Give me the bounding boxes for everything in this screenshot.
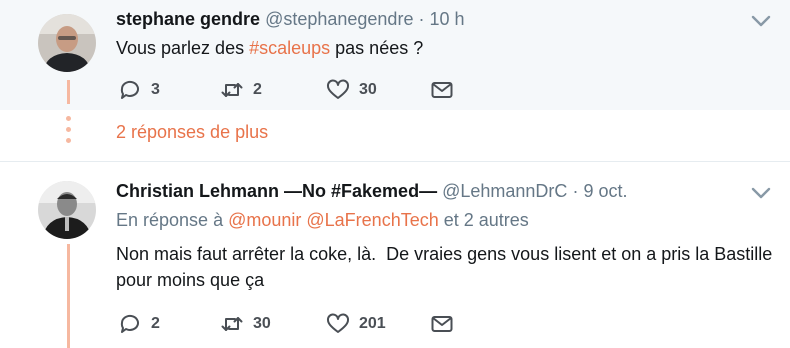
message-button[interactable] <box>430 312 454 336</box>
dot-separator: · <box>418 9 425 29</box>
tweet-text: Vous parlez des #scaleups pas nées ? <box>116 35 776 61</box>
reply-others[interactable]: et 2 autres <box>439 210 529 230</box>
retweet-count: 30 <box>253 315 271 332</box>
retweet-button[interactable]: 2 <box>220 78 262 102</box>
mention-link[interactable]: @LaFrenchTech <box>306 210 438 230</box>
author-handle[interactable]: @LehmannDrC <box>442 181 567 201</box>
retweet-button[interactable]: 30 <box>220 312 271 336</box>
reply-prefix: En réponse à <box>116 210 229 230</box>
retweet-icon <box>221 317 243 331</box>
retweet-count: 2 <box>253 81 262 98</box>
avatar-stephane-gendre[interactable] <box>38 14 96 72</box>
divider <box>0 161 790 162</box>
mention-link[interactable]: @mounir <box>228 210 301 230</box>
author-name[interactable]: Christian Lehmann —No #Fakemed— <box>116 181 437 201</box>
chevron-down-icon[interactable] <box>751 14 771 28</box>
timestamp[interactable]: 10 h <box>429 9 464 29</box>
timestamp[interactable]: 9 oct. <box>583 181 627 201</box>
reply-count: 3 <box>151 81 160 98</box>
thread-ellipsis <box>66 116 71 149</box>
reply-icon <box>120 80 139 99</box>
reply-count: 2 <box>151 315 160 332</box>
author-name[interactable]: stephane gendre <box>116 9 260 29</box>
hashtag-link[interactable]: #scaleups <box>249 38 330 58</box>
message-button[interactable] <box>430 78 454 102</box>
reply-button[interactable]: 2 <box>118 312 160 336</box>
reply-button[interactable]: 3 <box>118 78 160 102</box>
author-handle[interactable]: @stephanegendre <box>265 9 413 29</box>
tweet-text: Non mais faut arrêter la coke, là. De vr… <box>116 241 776 293</box>
chevron-down-icon[interactable] <box>751 186 771 200</box>
tweet-header: Christian Lehmann —No #Fakemed— @Lehmann… <box>116 181 627 202</box>
avatar-christian-lehmann[interactable] <box>38 181 96 239</box>
tweet-text-line: pour moins que ça <box>116 270 265 290</box>
more-replies-link[interactable]: 2 réponses de plus <box>116 122 268 143</box>
like-count: 201 <box>359 315 386 332</box>
retweet-icon <box>221 83 243 97</box>
heart-icon <box>327 313 349 333</box>
envelope-icon <box>431 82 453 98</box>
tweet-text-part: Vous parlez des <box>116 38 250 58</box>
envelope-icon <box>431 316 453 332</box>
dot-separator: · <box>572 181 579 201</box>
thread-line <box>67 244 70 348</box>
like-count: 30 <box>359 81 377 98</box>
tweet-text-line: Non mais faut arrêter la coke, là. De vr… <box>116 244 773 264</box>
reply-context: En réponse à @mounir @LaFrenchTech et 2 … <box>116 210 529 231</box>
thread-line <box>67 80 70 104</box>
like-button[interactable]: 201 <box>326 312 386 336</box>
tweet-header: stephane gendre @stephanegendre · 10 h <box>116 9 465 30</box>
heart-icon <box>327 79 349 99</box>
tweet-text-part: pas nées ? <box>330 38 424 58</box>
like-button[interactable]: 30 <box>326 78 377 102</box>
reply-icon <box>120 314 139 333</box>
